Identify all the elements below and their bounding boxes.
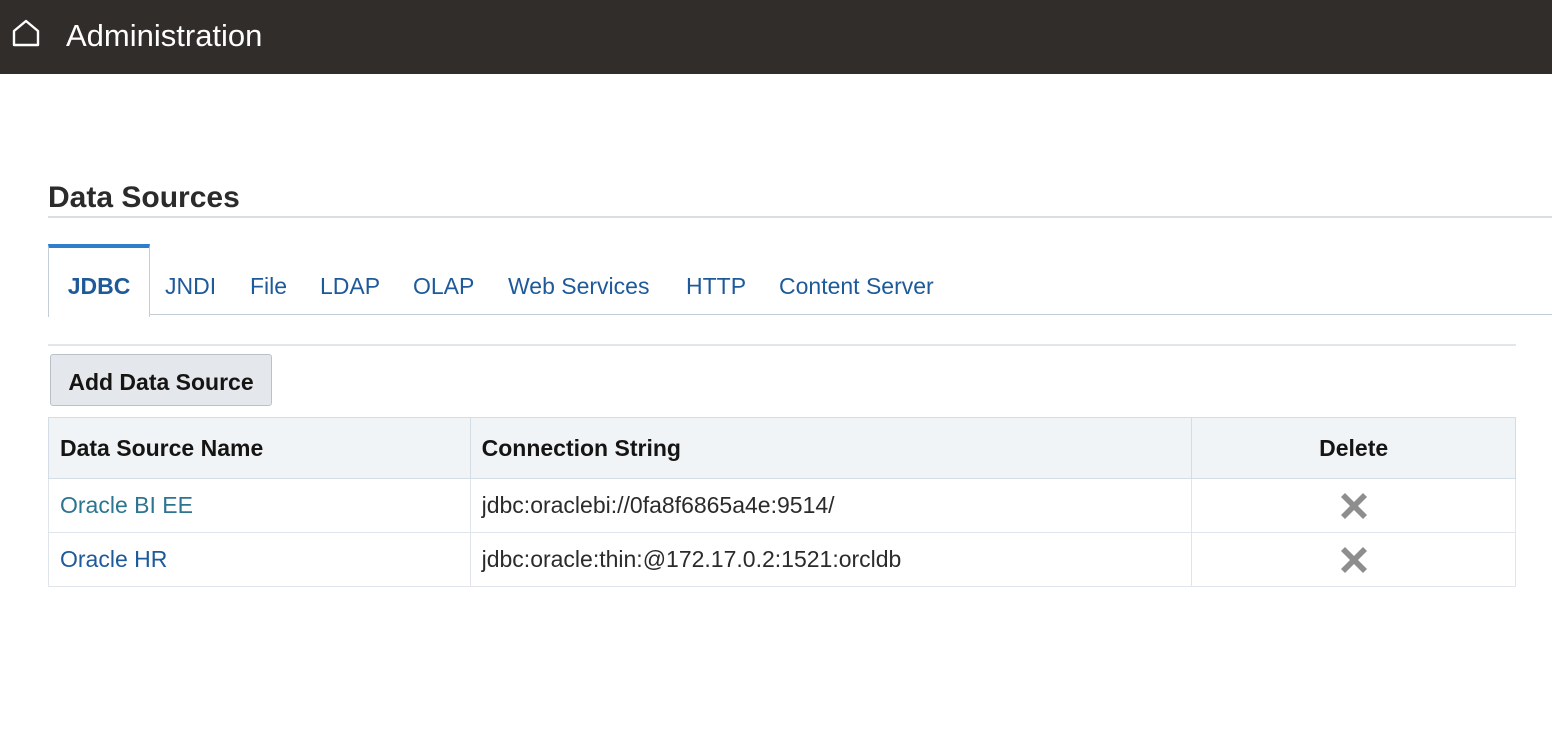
table-row: Oracle BI EE jdbc:oraclebi://0fa8f6865a4… [48, 478, 1516, 533]
tab-web-services[interactable]: Web Services [508, 244, 649, 314]
app-header: Administration [0, 0, 1552, 74]
data-source-link[interactable]: Oracle BI EE [60, 492, 193, 518]
close-icon[interactable] [1337, 543, 1371, 577]
tab-olap[interactable]: OLAP [413, 244, 474, 314]
tab-file[interactable]: File [250, 244, 287, 314]
tab-bar: JDBC JNDI File LDAP OLAP Web Services HT… [48, 244, 1552, 317]
page-title: Data Sources [48, 181, 240, 214]
delete-cell [1191, 478, 1516, 533]
delete-cell [1191, 532, 1516, 587]
app-title: Administration [66, 18, 263, 53]
data-source-link[interactable]: Oracle HR [60, 546, 167, 572]
home-icon[interactable] [11, 18, 41, 48]
name-cell: Oracle HR [48, 532, 471, 587]
tab-content-server[interactable]: Content Server [779, 244, 934, 314]
name-cell: Oracle BI EE [48, 478, 471, 533]
title-divider [48, 216, 1552, 218]
tab-jdbc[interactable]: JDBC [48, 244, 150, 317]
table-row: Oracle HR jdbc:oracle:thin:@172.17.0.2:1… [48, 532, 1516, 587]
column-header-connection: Connection String [469, 417, 1193, 479]
toolbar-divider [48, 344, 1516, 346]
connection-cell: jdbc:oracle:thin:@172.17.0.2:1521:orcldb [469, 532, 1193, 587]
connection-cell: jdbc:oraclebi://0fa8f6865a4e:9514/ [469, 478, 1193, 533]
table-header-row: Data Source Name Connection String Delet… [48, 417, 1516, 479]
add-data-source-button[interactable]: Add Data Source [50, 354, 272, 406]
tab-jndi[interactable]: JNDI [165, 244, 216, 314]
column-header-delete: Delete [1191, 417, 1516, 479]
tab-http[interactable]: HTTP [686, 244, 746, 314]
column-header-name: Data Source Name [48, 417, 471, 479]
close-icon[interactable] [1337, 489, 1371, 523]
tab-ldap[interactable]: LDAP [320, 244, 380, 314]
data-sources-table: Data Source Name Connection String Delet… [48, 417, 1516, 587]
